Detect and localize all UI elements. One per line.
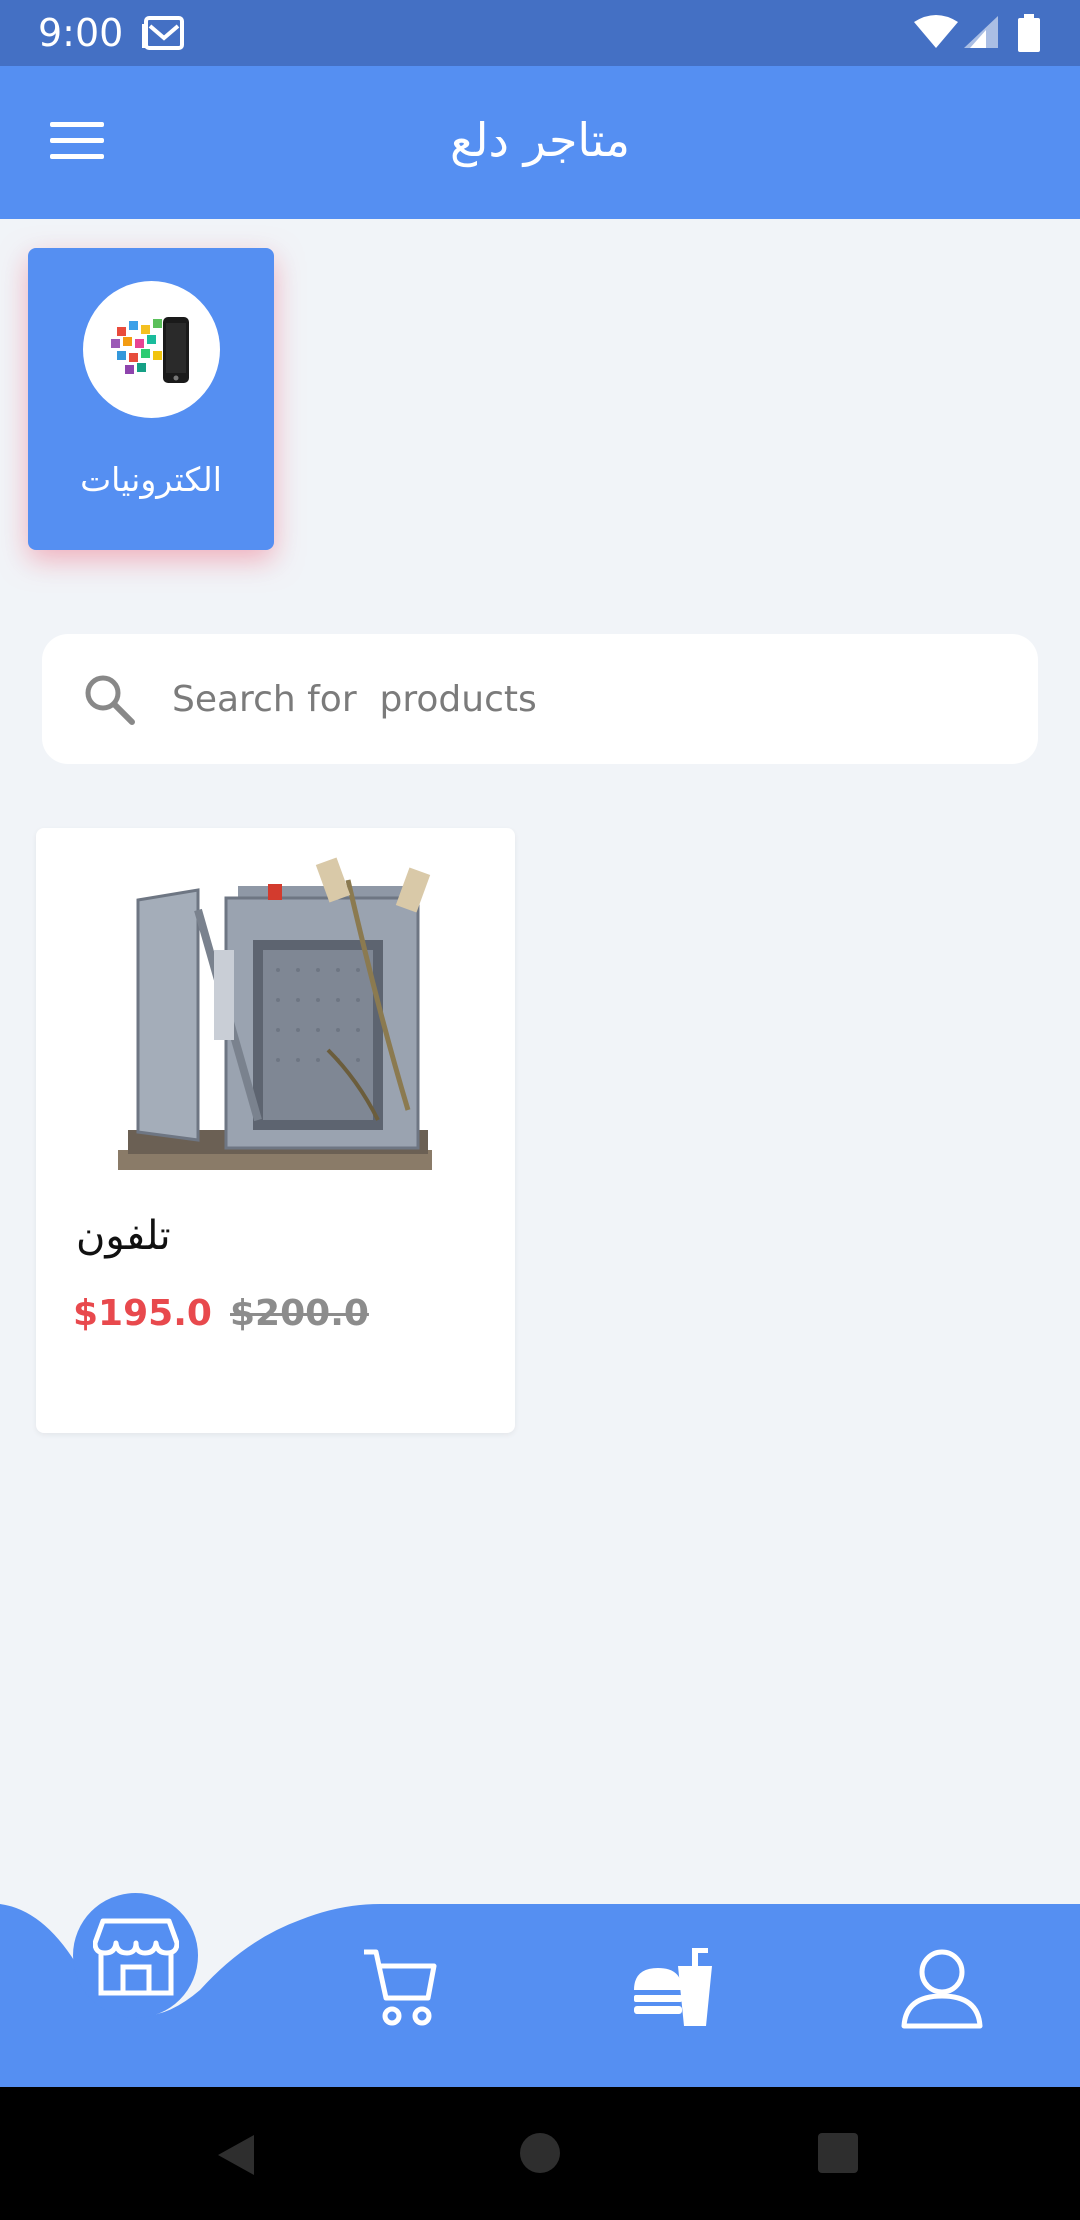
product-name: تلفون [76,1213,171,1259]
product-price: $195.0 [73,1293,212,1334]
food-icon[interactable] [632,1948,716,2032]
category-card-electronics[interactable]: الكترونيات [28,248,274,550]
phone-apps-icon [111,317,189,383]
system-nav-bar [0,2087,1080,2220]
battery-icon [1018,14,1040,56]
cart-icon[interactable] [362,1948,438,2032]
recent-apps-icon[interactable] [818,2133,858,2173]
industrial-oven-image [118,850,432,1170]
search-bar[interactable] [42,634,1038,764]
store-icon[interactable] [73,1893,198,2018]
status-bar: 9:00 [0,0,1080,66]
status-time: 9:00 [38,11,124,55]
category-label: الكترونيات [80,460,222,499]
search-input[interactable] [172,664,992,734]
signal-icon [962,14,1000,54]
product-old-price: $200.0 [230,1293,369,1334]
home-icon[interactable] [520,2133,560,2173]
wifi-icon [914,14,958,54]
category-icon-container [83,281,220,418]
mail-icon [142,16,184,54]
app-bar: متاجر دلع [0,66,1080,219]
search-icon [82,672,136,730]
profile-icon[interactable] [900,1948,984,2034]
app-title: متاجر دلع [450,113,630,167]
product-card[interactable]: تلفون $195.0 $200.0 [36,828,515,1433]
back-icon[interactable] [216,2133,256,2181]
